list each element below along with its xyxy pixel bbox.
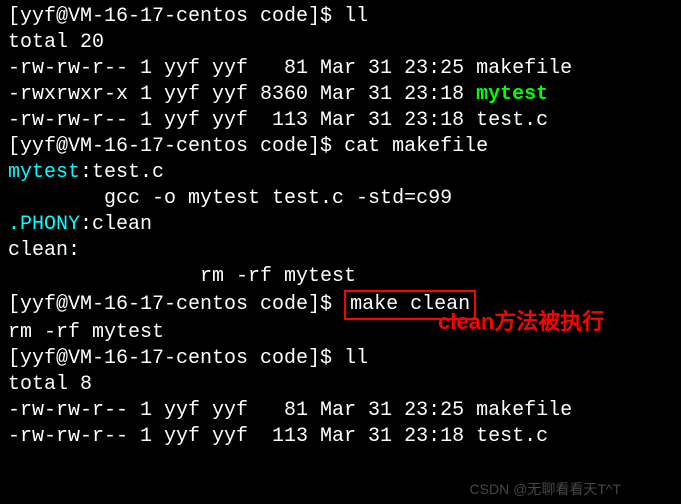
terminal-line: [yyf@VM-16-17-centos code]$ ll: [8, 346, 673, 372]
terminal-line: [yyf@VM-16-17-centos code]$ cat makefile: [8, 134, 673, 160]
output-total: total 20: [8, 30, 673, 56]
output-total: total 8: [8, 372, 673, 398]
terminal-line: [yyf@VM-16-17-centos code]$ ll: [8, 4, 673, 30]
shell-prompt: [yyf@VM-16-17-centos code]$: [8, 347, 344, 370]
make-target: mytest: [8, 161, 80, 184]
phony-target: clean: [92, 213, 152, 236]
phony-label: .PHONY: [8, 213, 80, 236]
ls-row: -rw-rw-r-- 1 yyf yyf 81 Mar 31 23:25 mak…: [8, 398, 673, 424]
ls-row: -rw-rw-r-- 1 yyf yyf 81 Mar 31 23:25 mak…: [8, 56, 673, 82]
command-text: ll: [344, 5, 368, 28]
shell-prompt: [yyf@VM-16-17-centos code]$: [8, 135, 344, 158]
command-text: ll: [344, 347, 368, 370]
makefile-line: clean:: [8, 238, 673, 264]
ls-row: -rw-rw-r-- 1 yyf yyf 113 Mar 31 23:18 te…: [8, 108, 673, 134]
watermark-text: CSDN @无聊看看天T^T: [470, 480, 621, 498]
executable-name: mytest: [476, 83, 548, 106]
makefile-line: gcc -o mytest test.c -std=c99: [8, 186, 673, 212]
shell-prompt: [yyf@VM-16-17-centos code]$: [8, 5, 344, 28]
command-text: cat makefile: [344, 135, 488, 158]
makefile-line: .PHONY:clean: [8, 212, 673, 238]
ls-row: -rw-rw-r-- 1 yyf yyf 113 Mar 31 23:18 te…: [8, 424, 673, 450]
annotation-label: clean方法被执行: [438, 308, 604, 337]
ls-perms: -rwxrwxr-x 1 yyf yyf 8360 Mar 31 23:18: [8, 83, 476, 106]
makefile-line: mytest:test.c: [8, 160, 673, 186]
make-dep: test.c: [92, 161, 164, 184]
makefile-line: rm -rf mytest: [8, 264, 673, 290]
ls-row: -rwxrwxr-x 1 yyf yyf 8360 Mar 31 23:18 m…: [8, 82, 673, 108]
shell-prompt: [yyf@VM-16-17-centos code]$: [8, 293, 344, 316]
